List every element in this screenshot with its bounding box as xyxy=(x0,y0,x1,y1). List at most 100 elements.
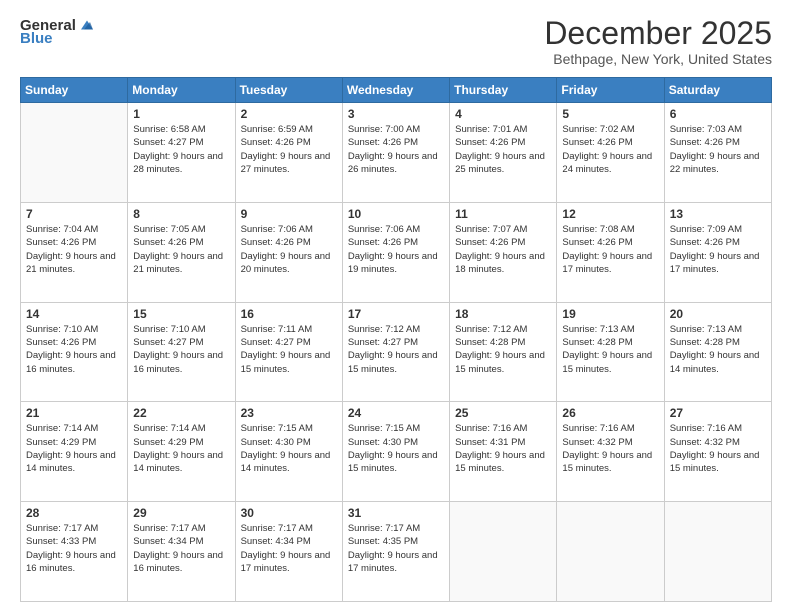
cell-data: Sunrise: 7:07 AMSunset: 4:26 PMDaylight:… xyxy=(455,223,551,276)
calendar-cell: 23Sunrise: 7:15 AMSunset: 4:30 PMDayligh… xyxy=(235,402,342,502)
col-thursday: Thursday xyxy=(450,78,557,103)
calendar-cell xyxy=(557,502,664,602)
calendar-cell: 11 Sunrise: 7:07 AMSunset: 4:26 PMDayligh… xyxy=(450,202,557,302)
calendar-cell: 21 Sunrise: 7:14 AMSunset: 4:29 PMDayligh… xyxy=(21,402,128,502)
cell-data: Sunrise: 6:59 AMSunset: 4:26 PMDaylight:… xyxy=(241,123,337,176)
calendar-week-2: 14 Sunrise: 7:10 AMSunset: 4:26 PMDayligh… xyxy=(21,302,772,402)
day-number: 15 xyxy=(133,307,229,321)
day-number: 8 xyxy=(133,207,229,221)
calendar-cell: 7 Sunrise: 7:04 AMSunset: 4:26 PMDaylight… xyxy=(21,202,128,302)
calendar-cell: 15 Sunrise: 7:10 AMSunset: 4:27 PMDayligh… xyxy=(128,302,235,402)
day-number: 11 xyxy=(455,207,551,221)
logo-icon xyxy=(78,16,96,34)
day-number: 21 xyxy=(26,406,122,420)
cell-data: Sunrise: 7:12 AMSunset: 4:28 PMDaylight:… xyxy=(455,323,551,376)
cell-data: Sunrise: 7:01 AMSunset: 4:26 PMDaylight:… xyxy=(455,123,551,176)
calendar-week-3: 21 Sunrise: 7:14 AMSunset: 4:29 PMDayligh… xyxy=(21,402,772,502)
day-number: 19 xyxy=(562,307,658,321)
calendar-cell: 20 Sunrise: 7:13 AMSunset: 4:28 PMDayligh… xyxy=(664,302,771,402)
day-number: 7 xyxy=(26,207,122,221)
day-number: 3 xyxy=(348,107,444,121)
cell-data: Sunrise: 7:13 AMSunset: 4:28 PMDaylight:… xyxy=(562,323,658,376)
day-number: 23 xyxy=(241,406,337,420)
title-month: December 2025 xyxy=(544,16,772,51)
calendar-cell: 14 Sunrise: 7:10 AMSunset: 4:26 PMDayligh… xyxy=(21,302,128,402)
calendar: Sunday Monday Tuesday Wednesday Thursday… xyxy=(20,77,772,602)
cell-data: Sunrise: 7:16 AMSunset: 4:31 PMDaylight:… xyxy=(455,422,551,475)
calendar-cell xyxy=(21,103,128,203)
cell-data: Sunrise: 7:17 AMSunset: 4:35 PMDaylight:… xyxy=(348,522,444,575)
calendar-cell: 29 Sunrise: 7:17 AMSunset: 4:34 PMDayligh… xyxy=(128,502,235,602)
day-number: 10 xyxy=(348,207,444,221)
cell-data: Sunrise: 7:10 AMSunset: 4:26 PMDaylight:… xyxy=(26,323,122,376)
col-saturday: Saturday xyxy=(664,78,771,103)
cell-data: Sunrise: 7:04 AMSunset: 4:26 PMDaylight:… xyxy=(26,223,122,276)
calendar-cell: 30 Sunrise: 7:17 AMSunset: 4:34 PMDayligh… xyxy=(235,502,342,602)
cell-data: Sunrise: 7:06 AMSunset: 4:26 PMDaylight:… xyxy=(348,223,444,276)
cell-data: Sunrise: 7:13 AMSunset: 4:28 PMDaylight:… xyxy=(670,323,766,376)
cell-data: Sunrise: 7:11 AMSunset: 4:27 PMDaylight:… xyxy=(241,323,337,376)
cell-data: Sunrise: 7:16 AMSunset: 4:32 PMDaylight:… xyxy=(670,422,766,475)
cell-data: Sunrise: 6:58 AMSunset: 4:27 PMDaylight:… xyxy=(133,123,229,176)
cell-data: Sunrise: 7:10 AMSunset: 4:27 PMDaylight:… xyxy=(133,323,229,376)
day-number: 9 xyxy=(241,207,337,221)
cell-data: Sunrise: 7:17 AMSunset: 4:34 PMDaylight:… xyxy=(241,522,337,575)
calendar-week-0: 1 Sunrise: 6:58 AMSunset: 4:27 PMDaylight… xyxy=(21,103,772,203)
calendar-cell: 27 Sunrise: 7:16 AMSunset: 4:32 PMDayligh… xyxy=(664,402,771,502)
calendar-cell: 22 Sunrise: 7:14 AMSunset: 4:29 PMDayligh… xyxy=(128,402,235,502)
day-number: 14 xyxy=(26,307,122,321)
col-sunday: Sunday xyxy=(21,78,128,103)
day-number: 13 xyxy=(670,207,766,221)
calendar-week-1: 7 Sunrise: 7:04 AMSunset: 4:26 PMDaylight… xyxy=(21,202,772,302)
calendar-cell: 6Sunrise: 7:03 AMSunset: 4:26 PMDaylight… xyxy=(664,103,771,203)
col-monday: Monday xyxy=(128,78,235,103)
day-number: 20 xyxy=(670,307,766,321)
calendar-cell: 19 Sunrise: 7:13 AMSunset: 4:28 PMDayligh… xyxy=(557,302,664,402)
day-number: 12 xyxy=(562,207,658,221)
calendar-cell: 13 Sunrise: 7:09 AMSunset: 4:26 PMDayligh… xyxy=(664,202,771,302)
calendar-cell: 5 Sunrise: 7:02 AMSunset: 4:26 PMDaylight… xyxy=(557,103,664,203)
cell-data: Sunrise: 7:02 AMSunset: 4:26 PMDaylight:… xyxy=(562,123,658,176)
calendar-cell: 31Sunrise: 7:17 AMSunset: 4:35 PMDayligh… xyxy=(342,502,449,602)
day-number: 29 xyxy=(133,506,229,520)
day-number: 28 xyxy=(26,506,122,520)
calendar-cell: 28 Sunrise: 7:17 AMSunset: 4:33 PMDayligh… xyxy=(21,502,128,602)
cell-data: Sunrise: 7:17 AMSunset: 4:33 PMDaylight:… xyxy=(26,522,122,575)
cell-data: Sunrise: 7:05 AMSunset: 4:26 PMDaylight:… xyxy=(133,223,229,276)
page: General Blue December 2025 Bethpage, New… xyxy=(0,0,792,612)
cell-data: Sunrise: 7:06 AMSunset: 4:26 PMDaylight:… xyxy=(241,223,337,276)
cell-data: Sunrise: 7:16 AMSunset: 4:32 PMDaylight:… xyxy=(562,422,658,475)
day-number: 1 xyxy=(133,107,229,121)
day-number: 5 xyxy=(562,107,658,121)
day-number: 26 xyxy=(562,406,658,420)
cell-data: Sunrise: 7:17 AMSunset: 4:34 PMDaylight:… xyxy=(133,522,229,575)
day-number: 17 xyxy=(348,307,444,321)
day-number: 16 xyxy=(241,307,337,321)
day-number: 25 xyxy=(455,406,551,420)
calendar-cell: 2Sunrise: 6:59 AMSunset: 4:26 PMDaylight… xyxy=(235,103,342,203)
day-number: 4 xyxy=(455,107,551,121)
calendar-cell: 3 Sunrise: 7:00 AMSunset: 4:26 PMDaylight… xyxy=(342,103,449,203)
cell-data: Sunrise: 7:09 AMSunset: 4:26 PMDaylight:… xyxy=(670,223,766,276)
day-number: 27 xyxy=(670,406,766,420)
logo-blue: Blue xyxy=(20,30,53,47)
day-number: 24 xyxy=(348,406,444,420)
calendar-cell: 1 Sunrise: 6:58 AMSunset: 4:27 PMDaylight… xyxy=(128,103,235,203)
cell-data: Sunrise: 7:12 AMSunset: 4:27 PMDaylight:… xyxy=(348,323,444,376)
calendar-cell: 9 Sunrise: 7:06 AMSunset: 4:26 PMDaylight… xyxy=(235,202,342,302)
cell-data: Sunrise: 7:14 AMSunset: 4:29 PMDaylight:… xyxy=(26,422,122,475)
day-number: 30 xyxy=(241,506,337,520)
calendar-cell xyxy=(450,502,557,602)
day-number: 18 xyxy=(455,307,551,321)
cell-data: Sunrise: 7:00 AMSunset: 4:26 PMDaylight:… xyxy=(348,123,444,176)
calendar-cell: 16 Sunrise: 7:11 AMSunset: 4:27 PMDayligh… xyxy=(235,302,342,402)
calendar-cell: 17 Sunrise: 7:12 AMSunset: 4:27 PMDayligh… xyxy=(342,302,449,402)
col-wednesday: Wednesday xyxy=(342,78,449,103)
calendar-cell: 24Sunrise: 7:15 AMSunset: 4:30 PMDayligh… xyxy=(342,402,449,502)
col-tuesday: Tuesday xyxy=(235,78,342,103)
cell-data: Sunrise: 7:14 AMSunset: 4:29 PMDaylight:… xyxy=(133,422,229,475)
day-number: 22 xyxy=(133,406,229,420)
calendar-cell: 18 Sunrise: 7:12 AMSunset: 4:28 PMDayligh… xyxy=(450,302,557,402)
calendar-cell: 26 Sunrise: 7:16 AMSunset: 4:32 PMDayligh… xyxy=(557,402,664,502)
calendar-cell: 12Sunrise: 7:08 AMSunset: 4:26 PMDayligh… xyxy=(557,202,664,302)
